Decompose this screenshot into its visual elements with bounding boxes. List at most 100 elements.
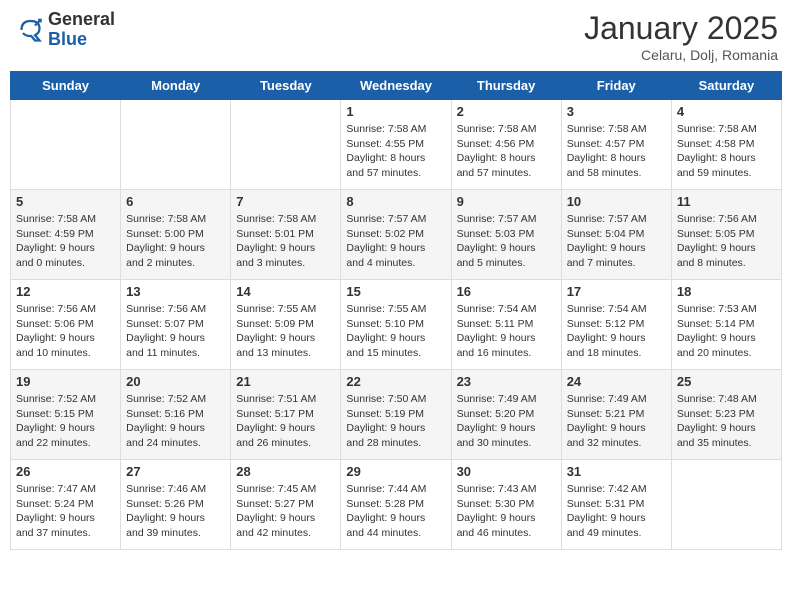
day-info: Sunrise: 7:55 AMSunset: 5:10 PMDaylight:…	[346, 302, 445, 361]
week-row-2: 5Sunrise: 7:58 AMSunset: 4:59 PMDaylight…	[11, 190, 782, 280]
weekday-header-monday: Monday	[121, 72, 231, 100]
day-info: Sunrise: 7:57 AMSunset: 5:02 PMDaylight:…	[346, 212, 445, 271]
weekday-header-row: SundayMondayTuesdayWednesdayThursdayFrid…	[11, 72, 782, 100]
day-number: 12	[16, 284, 115, 299]
day-info: Sunrise: 7:46 AMSunset: 5:26 PMDaylight:…	[126, 482, 225, 541]
calendar-cell: 23 Sunrise: 7:49 AMSunset: 5:20 PMDayligh…	[451, 370, 561, 460]
page-header: General Blue January 2025 Celaru, Dolj, …	[10, 10, 782, 63]
day-info: Sunrise: 7:53 AMSunset: 5:14 PMDaylight:…	[677, 302, 776, 361]
day-number: 2	[457, 104, 556, 119]
calendar-cell: 31Sunrise: 7:42 AMSunset: 5:31 PMDayligh…	[561, 460, 671, 550]
day-number: 8	[346, 194, 445, 209]
calendar-cell: 2 Sunrise: 7:58 AMSunset: 4:56 PMDaylight…	[451, 100, 561, 190]
day-info: Sunrise: 7:50 AMSunset: 5:19 PMDaylight:…	[346, 392, 445, 451]
day-info: Sunrise: 7:56 AMSunset: 5:05 PMDaylight:…	[677, 212, 776, 271]
day-info: Sunrise: 7:51 AMSunset: 5:17 PMDaylight:…	[236, 392, 335, 451]
day-number: 1	[346, 104, 445, 119]
calendar-cell	[121, 100, 231, 190]
calendar-cell: 27 Sunrise: 7:46 AMSunset: 5:26 PMDayligh…	[121, 460, 231, 550]
calendar-cell: 1 Sunrise: 7:58 AMSunset: 4:55 PMDaylight…	[341, 100, 451, 190]
day-number: 18	[677, 284, 776, 299]
calendar-cell: 17 Sunrise: 7:54 AMSunset: 5:12 PMDayligh…	[561, 280, 671, 370]
day-number: 26	[16, 464, 115, 479]
calendar-body: 1 Sunrise: 7:58 AMSunset: 4:55 PMDaylight…	[11, 100, 782, 550]
day-info: Sunrise: 7:52 AMSunset: 5:15 PMDaylight:…	[16, 392, 115, 451]
calendar-cell: 30Sunrise: 7:43 AMSunset: 5:30 PMDayligh…	[451, 460, 561, 550]
day-info: Sunrise: 7:58 AMSunset: 4:56 PMDaylight:…	[457, 122, 556, 181]
calendar-cell: 16 Sunrise: 7:54 AMSunset: 5:11 PMDayligh…	[451, 280, 561, 370]
day-info: Sunrise: 7:58 AMSunset: 4:59 PMDaylight:…	[16, 212, 115, 271]
day-number: 17	[567, 284, 666, 299]
calendar-cell: 9 Sunrise: 7:57 AMSunset: 5:03 PMDaylight…	[451, 190, 561, 280]
weekday-header-wednesday: Wednesday	[341, 72, 451, 100]
location-subtitle: Celaru, Dolj, Romania	[584, 47, 778, 63]
logo-text: General Blue	[48, 10, 115, 50]
week-row-1: 1 Sunrise: 7:58 AMSunset: 4:55 PMDaylight…	[11, 100, 782, 190]
day-info: Sunrise: 7:45 AMSunset: 5:27 PMDaylight:…	[236, 482, 335, 541]
day-number: 21	[236, 374, 335, 389]
calendar-cell: 10 Sunrise: 7:57 AMSunset: 5:04 PMDayligh…	[561, 190, 671, 280]
day-info: Sunrise: 7:57 AMSunset: 5:04 PMDaylight:…	[567, 212, 666, 271]
calendar-cell: 29Sunrise: 7:44 AMSunset: 5:28 PMDayligh…	[341, 460, 451, 550]
calendar-cell: 11 Sunrise: 7:56 AMSunset: 5:05 PMDayligh…	[671, 190, 781, 280]
calendar-cell: 18 Sunrise: 7:53 AMSunset: 5:14 PMDayligh…	[671, 280, 781, 370]
day-info: Sunrise: 7:48 AMSunset: 5:23 PMDaylight:…	[677, 392, 776, 451]
weekday-header-friday: Friday	[561, 72, 671, 100]
day-info: Sunrise: 7:58 AMSunset: 4:57 PMDaylight:…	[567, 122, 666, 181]
day-number: 20	[126, 374, 225, 389]
calendar-cell: 15 Sunrise: 7:55 AMSunset: 5:10 PMDayligh…	[341, 280, 451, 370]
day-info: Sunrise: 7:58 AMSunset: 5:00 PMDaylight:…	[126, 212, 225, 271]
day-info: Sunrise: 7:58 AMSunset: 5:01 PMDaylight:…	[236, 212, 335, 271]
day-number: 22	[346, 374, 445, 389]
weekday-header-tuesday: Tuesday	[231, 72, 341, 100]
calendar-cell: 22 Sunrise: 7:50 AMSunset: 5:19 PMDayligh…	[341, 370, 451, 460]
week-row-5: 26Sunrise: 7:47 AMSunset: 5:24 PMDayligh…	[11, 460, 782, 550]
weekday-header-thursday: Thursday	[451, 72, 561, 100]
day-info: Sunrise: 7:56 AMSunset: 5:07 PMDaylight:…	[126, 302, 225, 361]
calendar-cell: 7 Sunrise: 7:58 AMSunset: 5:01 PMDaylight…	[231, 190, 341, 280]
calendar-cell: 20 Sunrise: 7:52 AMSunset: 5:16 PMDayligh…	[121, 370, 231, 460]
week-row-3: 12 Sunrise: 7:56 AMSunset: 5:06 PMDayligh…	[11, 280, 782, 370]
calendar-cell: 12 Sunrise: 7:56 AMSunset: 5:06 PMDayligh…	[11, 280, 121, 370]
day-info: Sunrise: 7:57 AMSunset: 5:03 PMDaylight:…	[457, 212, 556, 271]
calendar-cell	[231, 100, 341, 190]
day-number: 27	[126, 464, 225, 479]
day-number: 15	[346, 284, 445, 299]
day-number: 25	[677, 374, 776, 389]
day-info: Sunrise: 7:58 AMSunset: 4:55 PMDaylight:…	[346, 122, 445, 181]
calendar-cell: 25 Sunrise: 7:48 AMSunset: 5:23 PMDayligh…	[671, 370, 781, 460]
day-number: 24	[567, 374, 666, 389]
day-number: 11	[677, 194, 776, 209]
day-info: Sunrise: 7:56 AMSunset: 5:06 PMDaylight:…	[16, 302, 115, 361]
day-number: 7	[236, 194, 335, 209]
day-number: 10	[567, 194, 666, 209]
calendar-cell: 24Sunrise: 7:49 AMSunset: 5:21 PMDayligh…	[561, 370, 671, 460]
day-number: 29	[346, 464, 445, 479]
calendar-cell: 5Sunrise: 7:58 AMSunset: 4:59 PMDaylight…	[11, 190, 121, 280]
day-number: 23	[457, 374, 556, 389]
calendar-table: SundayMondayTuesdayWednesdayThursdayFrid…	[10, 71, 782, 550]
calendar-cell: 3 Sunrise: 7:58 AMSunset: 4:57 PMDaylight…	[561, 100, 671, 190]
day-info: Sunrise: 7:49 AMSunset: 5:20 PMDaylight:…	[457, 392, 556, 451]
day-info: Sunrise: 7:52 AMSunset: 5:16 PMDaylight:…	[126, 392, 225, 451]
calendar-cell: 8 Sunrise: 7:57 AMSunset: 5:02 PMDaylight…	[341, 190, 451, 280]
calendar-cell: 19 Sunrise: 7:52 AMSunset: 5:15 PMDayligh…	[11, 370, 121, 460]
title-block: January 2025 Celaru, Dolj, Romania	[584, 10, 778, 63]
day-info: Sunrise: 7:55 AMSunset: 5:09 PMDaylight:…	[236, 302, 335, 361]
day-number: 16	[457, 284, 556, 299]
weekday-header-saturday: Saturday	[671, 72, 781, 100]
day-number: 19	[16, 374, 115, 389]
calendar-cell	[671, 460, 781, 550]
day-info: Sunrise: 7:54 AMSunset: 5:11 PMDaylight:…	[457, 302, 556, 361]
day-info: Sunrise: 7:58 AMSunset: 4:58 PMDaylight:…	[677, 122, 776, 181]
weekday-header-sunday: Sunday	[11, 72, 121, 100]
day-number: 13	[126, 284, 225, 299]
day-number: 9	[457, 194, 556, 209]
day-number: 3	[567, 104, 666, 119]
logo: General Blue	[14, 10, 115, 50]
day-info: Sunrise: 7:54 AMSunset: 5:12 PMDaylight:…	[567, 302, 666, 361]
day-number: 31	[567, 464, 666, 479]
calendar-cell	[11, 100, 121, 190]
calendar-cell: 14Sunrise: 7:55 AMSunset: 5:09 PMDayligh…	[231, 280, 341, 370]
calendar-cell: 28Sunrise: 7:45 AMSunset: 5:27 PMDayligh…	[231, 460, 341, 550]
